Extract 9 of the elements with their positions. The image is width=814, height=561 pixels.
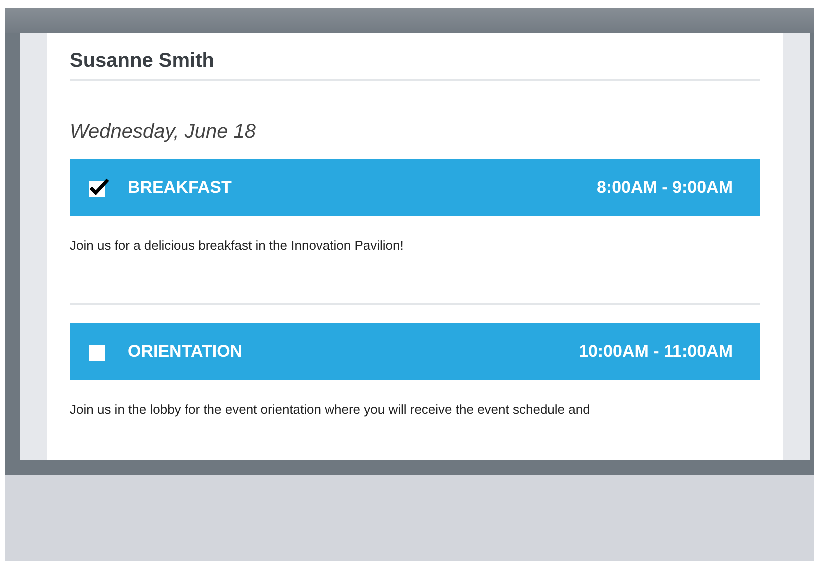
session-title: ORIENTATION: [128, 340, 244, 363]
session-title: BREAKFAST: [128, 176, 233, 199]
session-description: Join us for a delicious breakfast in the Innovation Pavilion!: [70, 237, 405, 255]
attendee-name: Susanne Smith: [70, 49, 760, 81]
session-time: 10:00AM - 11:00AM: [578, 340, 733, 363]
session-description: Join us in the lobby for the event orientation where you will receive the event schedule and: [70, 401, 592, 419]
day-heading: Wednesday, June 18: [70, 120, 258, 145]
checked-checkbox[interactable]: [88, 178, 110, 198]
session-time: 8:00AM - 9:00AM: [596, 176, 733, 199]
